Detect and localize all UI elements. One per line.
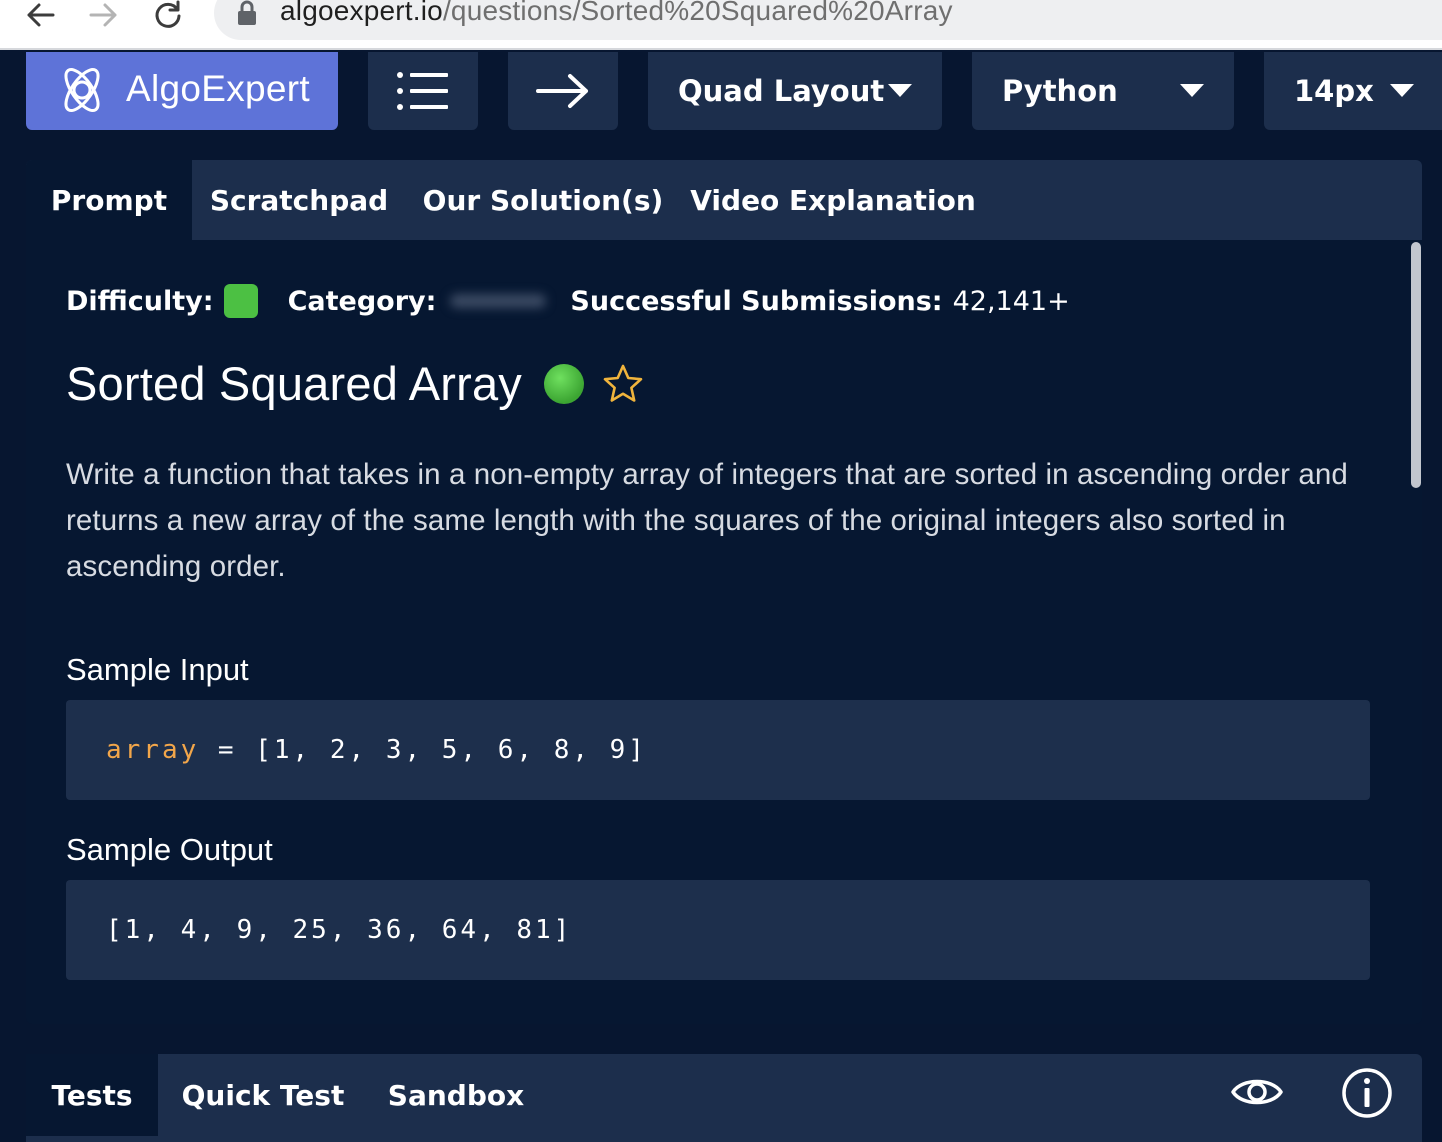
sample-output-code: [1, 4, 9, 25, 36, 64, 81] bbox=[66, 880, 1370, 980]
forward-arrow-icon bbox=[89, 3, 117, 27]
url-path: /questions/Sorted%20Squared%20Array bbox=[442, 0, 953, 26]
reload-button[interactable] bbox=[144, 0, 192, 38]
info-icon[interactable] bbox=[1340, 1066, 1394, 1120]
font-size-select[interactable]: 14px bbox=[1264, 52, 1442, 130]
code-value: = [1, 2, 3, 5, 6, 8, 9] bbox=[199, 735, 647, 765]
layout-select-value: Quad Layout bbox=[678, 74, 885, 108]
difficulty-indicator bbox=[223, 284, 258, 318]
font-size-select-value: 14px bbox=[1294, 74, 1374, 108]
next-question-button[interactable] bbox=[508, 52, 618, 130]
url-host: algoexpert.io bbox=[280, 0, 443, 26]
eye-icon[interactable] bbox=[1230, 1070, 1284, 1114]
scrollbar-thumb[interactable] bbox=[1411, 242, 1421, 488]
question-list-button[interactable] bbox=[368, 52, 478, 130]
back-arrow-icon bbox=[27, 3, 55, 27]
tab-prompt[interactable]: Prompt bbox=[26, 160, 192, 240]
submissions-label: Successful Submissions: bbox=[570, 285, 943, 317]
category-hidden-value[interactable] bbox=[450, 294, 547, 308]
back-button[interactable] bbox=[16, 0, 64, 38]
forward-button[interactable] bbox=[80, 0, 128, 38]
tests-panel: Tests Quick Test Sandbox bbox=[26, 1054, 1422, 1142]
caret-down-icon bbox=[888, 84, 912, 97]
completed-status-dot bbox=[544, 363, 584, 404]
algoexpert-logo-button[interactable]: AlgoExpert bbox=[26, 52, 338, 130]
question-description: Write a function that takes in a non-emp… bbox=[66, 458, 1348, 583]
code-variable: array bbox=[106, 735, 200, 765]
caret-down-icon bbox=[1180, 84, 1204, 97]
tab-sandbox[interactable]: Sandbox bbox=[368, 1054, 544, 1136]
tab-quick-test[interactable]: Quick Test bbox=[158, 1054, 368, 1136]
language-select[interactable]: Python bbox=[972, 52, 1234, 130]
question-title-row: Sorted Squared Array bbox=[66, 356, 644, 411]
caret-down-icon bbox=[1390, 84, 1414, 97]
question-title: Sorted Squared Array bbox=[66, 357, 522, 410]
atom-logo-icon bbox=[64, 68, 100, 112]
right-arrow-icon bbox=[536, 74, 588, 108]
url-text[interactable]: algoexpert.io/questions/Sorted%20Squared… bbox=[280, 0, 953, 27]
code-output-value: [1, 4, 9, 25, 36, 64, 81] bbox=[106, 915, 573, 945]
prompt-panel: Prompt Scratchpad Our Solution(s) Video … bbox=[26, 160, 1422, 1024]
prompt-tabbar: Prompt Scratchpad Our Solution(s) Video … bbox=[26, 160, 1422, 240]
tab-video-explanation[interactable]: Video Explanation bbox=[680, 160, 986, 240]
browser-toolbar: algoexpert.io/questions/Sorted%20Squared… bbox=[0, 0, 1442, 50]
tab-tests[interactable]: Tests bbox=[26, 1054, 158, 1136]
star-icon[interactable] bbox=[602, 363, 644, 405]
lock-icon bbox=[238, 0, 256, 25]
tab-our-solutions[interactable]: Our Solution(s) bbox=[406, 160, 680, 240]
sample-input-code: array = [1, 2, 3, 5, 6, 8, 9] bbox=[66, 700, 1370, 800]
reload-icon bbox=[155, 0, 181, 28]
list-icon bbox=[397, 72, 448, 110]
sample-input-label: Sample Input bbox=[66, 652, 249, 687]
language-select-value: Python bbox=[1002, 74, 1118, 108]
difficulty-label: Difficulty: bbox=[66, 285, 214, 317]
logo-text: AlgoExpert bbox=[126, 68, 310, 109]
sample-output-label: Sample Output bbox=[66, 832, 273, 867]
question-meta: Difficulty: Category: Successful Submiss… bbox=[66, 284, 1070, 318]
layout-select[interactable]: Quad Layout bbox=[648, 52, 942, 130]
category-label: Category: bbox=[287, 285, 437, 317]
submissions-value: 42,141+ bbox=[952, 285, 1070, 317]
tab-scratchpad[interactable]: Scratchpad bbox=[192, 160, 406, 240]
